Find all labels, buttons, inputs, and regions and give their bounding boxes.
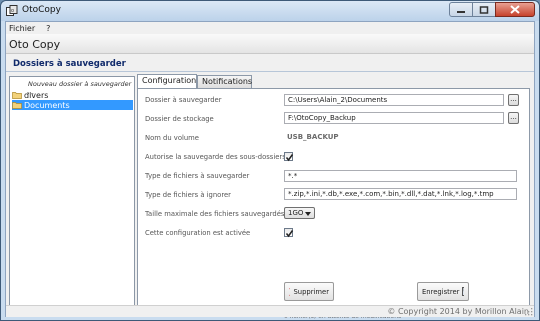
list-item-documents[interactable]: Documents bbox=[12, 100, 133, 110]
minimize-icon bbox=[457, 10, 465, 13]
volume-name-value: USB_BACKUP bbox=[287, 133, 339, 141]
app-heading: Oto Copy bbox=[9, 38, 61, 51]
tab-configuration[interactable]: Configuration bbox=[137, 74, 197, 88]
window-title: OtoCopy bbox=[22, 5, 61, 15]
app-header: Oto Copy bbox=[6, 34, 534, 54]
tab-notifications[interactable]: Notifications bbox=[197, 75, 252, 88]
storage-folder-label: Dossier de stockage bbox=[145, 115, 214, 123]
browse-storage-button[interactable]: ... bbox=[508, 112, 519, 124]
list-item-label: divers bbox=[24, 90, 49, 100]
close-icon bbox=[510, 5, 520, 14]
svg-text:o: o bbox=[11, 8, 14, 14]
folder-icon bbox=[12, 102, 22, 109]
copyright-text: © Copyright 2014 by Morillon Alain bbox=[387, 307, 529, 316]
folder-list[interactable]: Nouveau dossier à sauvegarder ... divers… bbox=[9, 76, 135, 307]
maximize-button[interactable] bbox=[472, 2, 496, 17]
max-size-value: 1GO bbox=[288, 209, 304, 217]
list-item-label: Documents bbox=[24, 100, 70, 110]
delete-button-label: Supprimer bbox=[293, 287, 329, 296]
app-window: o OtoCopy Fichier ? Oto Copy Dossiers à … bbox=[0, 0, 540, 321]
client-area: Fichier ? Oto Copy Dossiers à sauvegarde… bbox=[5, 21, 535, 320]
source-folder-field[interactable]: C:\Users\Alain_2\Documents bbox=[284, 94, 504, 106]
save-button[interactable]: Enregistrer bbox=[417, 282, 469, 301]
ignore-types-label: Type de fichiers à ignorer bbox=[145, 191, 231, 199]
delete-icon bbox=[289, 287, 291, 296]
section-divider bbox=[6, 71, 534, 72]
menu-bar: Fichier ? bbox=[6, 22, 534, 34]
ignore-types-field[interactable]: *.zip,*.ini,*.db,*.exe,*.com,*.bin,*.dll… bbox=[284, 188, 517, 200]
checkmark-icon bbox=[285, 154, 294, 162]
max-size-label: Taille maximale des fichiers sauvegardés bbox=[145, 210, 285, 218]
close-button[interactable] bbox=[495, 2, 535, 17]
resize-grip-icon[interactable] bbox=[525, 308, 533, 316]
file-types-label: Type de fichiers à sauvegarder bbox=[145, 172, 250, 180]
active-config-checkbox[interactable] bbox=[284, 228, 294, 238]
folder-icon bbox=[12, 92, 22, 99]
file-types-field[interactable]: *.* bbox=[284, 170, 517, 182]
volume-name-label: Nom du volume bbox=[145, 134, 199, 142]
checkmark-icon bbox=[285, 230, 294, 238]
delete-button[interactable]: Supprimer bbox=[284, 282, 334, 301]
app-logo-icon: o bbox=[6, 5, 18, 16]
max-size-select[interactable]: 1GO bbox=[284, 207, 315, 219]
active-config-label: Cette configuration est activée bbox=[145, 229, 251, 237]
chevron-down-icon bbox=[305, 212, 311, 216]
menu-help[interactable]: ? bbox=[46, 24, 50, 33]
configuration-panel: Dossier à sauvegarder C:\Users\Alain_2\D… bbox=[137, 88, 530, 320]
save-icon bbox=[462, 287, 464, 296]
section-title: Dossiers à sauvegarder bbox=[13, 59, 126, 69]
subfolders-label: Autorise la sauvegarde des sous-dossiers bbox=[145, 153, 286, 161]
menu-file[interactable]: Fichier bbox=[9, 24, 35, 33]
subfolders-checkbox[interactable] bbox=[284, 152, 294, 162]
maximize-icon bbox=[479, 5, 489, 14]
title-bar[interactable]: o OtoCopy bbox=[1, 1, 539, 21]
minimize-button[interactable] bbox=[449, 2, 473, 17]
status-bar: © Copyright 2014 by Morillon Alain bbox=[6, 305, 534, 317]
source-folder-label: Dossier à sauvegarder bbox=[145, 96, 222, 104]
browse-source-button[interactable]: ... bbox=[508, 94, 519, 106]
save-button-label: Enregistrer bbox=[422, 287, 460, 296]
storage-folder-field[interactable]: F:\OtoCopy_Backup bbox=[284, 112, 504, 124]
list-item-divers[interactable]: divers bbox=[12, 90, 133, 100]
